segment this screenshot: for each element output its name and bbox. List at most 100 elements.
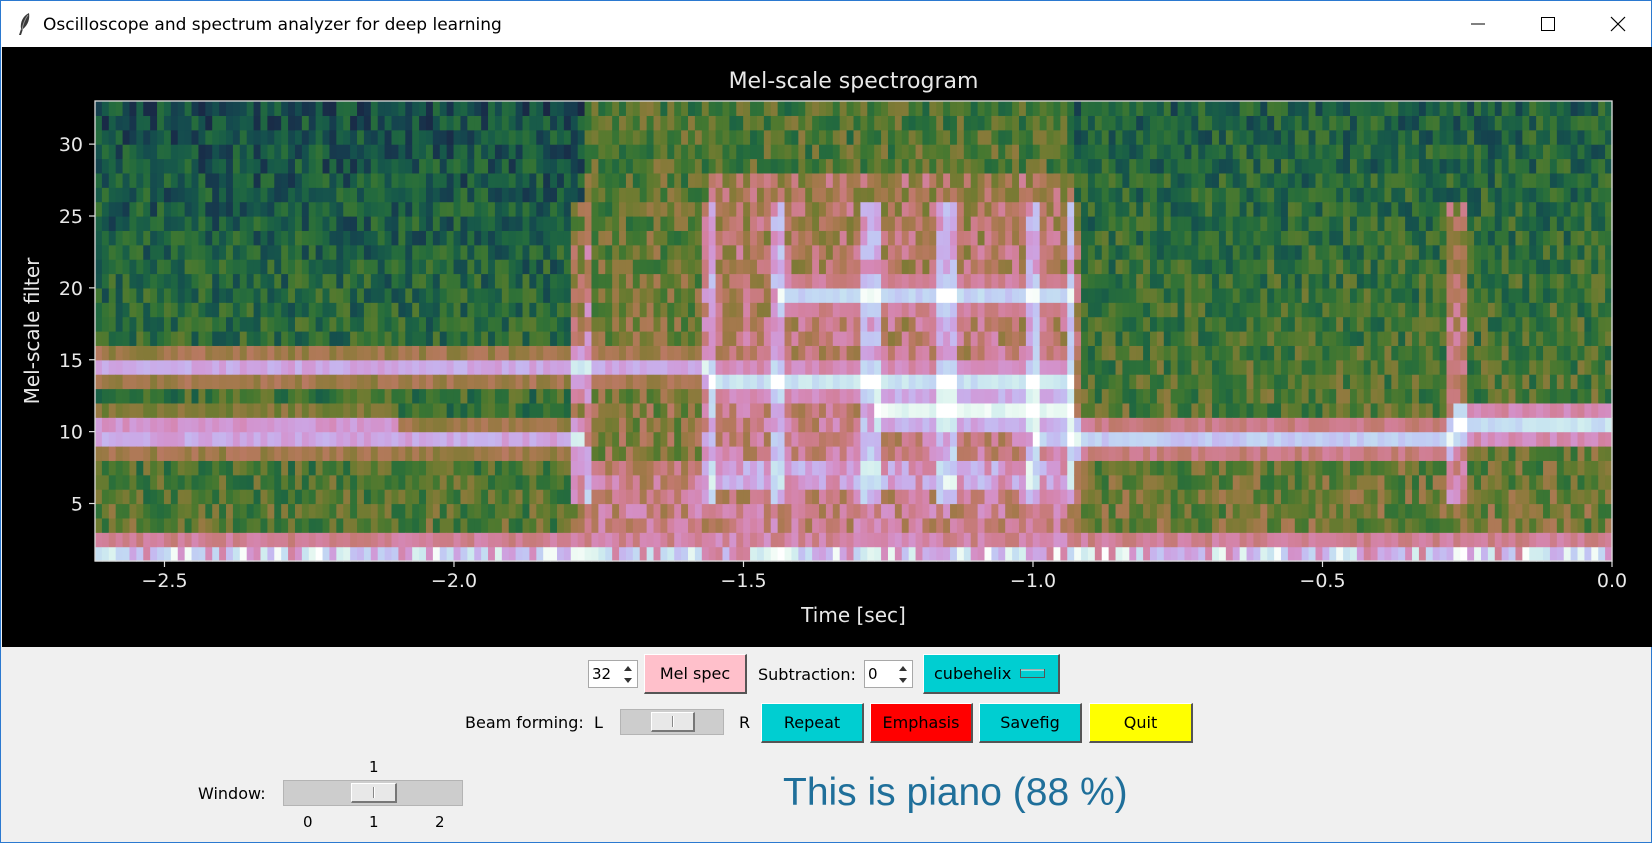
heatmap-cell	[1108, 460, 1117, 476]
heatmap-cell	[667, 417, 675, 433]
heatmap-cell	[412, 460, 420, 476]
heatmap-cell	[267, 331, 275, 346]
heatmap-cell	[984, 230, 993, 246]
heatmap-cell	[377, 158, 386, 174]
heatmap-cell	[157, 489, 165, 505]
title-bar[interactable]: Oscilloscope and spectrum analyzer for d…	[1, 1, 1651, 47]
heatmap-cell	[1012, 273, 1020, 289]
heatmap-cell	[605, 287, 613, 303]
heatmap-cell	[1032, 172, 1041, 188]
close-button[interactable]	[1583, 1, 1652, 47]
heatmap-cell	[419, 144, 427, 160]
heatmap-cell	[943, 302, 951, 318]
heatmap-cell	[515, 230, 524, 246]
heatmap-cell	[612, 230, 620, 246]
heatmap-cell	[1005, 129, 1013, 145]
heatmap-cell	[1074, 287, 1082, 303]
heatmap-cell	[632, 517, 641, 533]
heatmap-cell	[557, 259, 565, 275]
heatmap-cell	[508, 359, 517, 375]
heatmap-cell	[998, 503, 1006, 519]
heatmap-cell	[1018, 302, 1027, 318]
heatmap-cell	[660, 460, 668, 476]
heatmap-cell	[701, 216, 710, 231]
heatmap-cell	[1087, 144, 1096, 160]
heatmap-cell	[377, 230, 386, 246]
heatmap-cell	[915, 287, 924, 303]
heatmap-cell	[474, 532, 482, 548]
heatmap-cell	[598, 259, 606, 275]
heatmap-cell	[763, 172, 772, 188]
heatmap-cell	[1101, 144, 1110, 160]
heatmap-cell	[667, 129, 675, 145]
heatmap-cell	[874, 446, 882, 461]
heatmap-cell	[832, 101, 841, 116]
heatmap-cell	[226, 158, 234, 174]
heatmap-cell	[115, 144, 124, 160]
heatmap-cell	[398, 417, 406, 433]
heatmap-cell	[901, 503, 910, 519]
heatmap-cell	[915, 431, 924, 447]
heatmap-cell	[598, 417, 606, 433]
heatmap-cell	[756, 446, 765, 461]
heatmap-cell	[943, 259, 951, 275]
heatmap-cell	[963, 158, 972, 174]
heatmap-cell	[1032, 316, 1041, 332]
heatmap-cell	[281, 517, 289, 533]
heatmap-cell	[667, 115, 675, 131]
heatmap-cell	[1053, 201, 1061, 217]
heatmap-cell	[557, 273, 565, 289]
heatmap-cell	[205, 115, 213, 131]
heatmap-cell	[425, 431, 434, 447]
heatmap-cell	[253, 316, 262, 332]
heatmap-cell	[529, 144, 537, 160]
heatmap-cell	[584, 503, 593, 519]
heatmap-cell	[646, 374, 655, 390]
heatmap-cell	[232, 446, 241, 461]
heatmap-cell	[591, 417, 599, 433]
heatmap-cell	[212, 230, 220, 246]
maximize-button[interactable]	[1513, 1, 1583, 47]
heatmap-cell	[777, 489, 786, 505]
heatmap-cell	[591, 446, 599, 461]
heatmap-cell	[894, 287, 903, 303]
heatmap-cell	[515, 101, 524, 116]
heatmap-cell	[246, 460, 255, 476]
heatmap-cell	[1025, 417, 1034, 433]
heatmap-cell	[667, 431, 675, 447]
heatmap-cell	[557, 532, 565, 548]
heatmap-cell	[1005, 388, 1013, 404]
heatmap-cell	[129, 460, 137, 476]
heatmap-cell	[191, 316, 200, 332]
heatmap-cell	[874, 158, 882, 174]
heatmap-cell	[288, 216, 296, 231]
heatmap-cell	[563, 115, 572, 131]
heatmap-cell	[432, 230, 441, 246]
heatmap-cell	[350, 172, 358, 188]
minimize-button[interactable]	[1443, 1, 1513, 47]
heatmap-cell	[970, 417, 979, 433]
heatmap-cell	[1074, 503, 1082, 519]
heatmap-cell	[632, 359, 641, 375]
heatmap-cell	[612, 503, 620, 519]
heatmap-cell	[384, 316, 393, 332]
heatmap-cell	[191, 259, 200, 275]
heatmap-cell	[281, 201, 289, 217]
heatmap-cell	[1108, 503, 1117, 519]
heatmap-cell	[708, 216, 717, 231]
heatmap-cell	[260, 302, 268, 318]
heatmap-cell	[108, 273, 117, 289]
heatmap-cell	[370, 101, 379, 116]
heatmap-cell	[419, 129, 427, 145]
heatmap-cell	[598, 201, 606, 217]
heatmap-cell	[550, 489, 558, 505]
heatmap-cell	[232, 129, 241, 145]
heatmap-cell	[1156, 316, 1165, 332]
heatmap-cell	[226, 517, 234, 533]
heatmap-cell	[1025, 374, 1034, 390]
heatmap-cell	[1094, 474, 1103, 490]
heatmap-cell	[488, 101, 496, 116]
heatmap-cell	[681, 115, 689, 131]
heatmap-cell	[419, 402, 427, 418]
heatmap-cell	[791, 446, 799, 461]
